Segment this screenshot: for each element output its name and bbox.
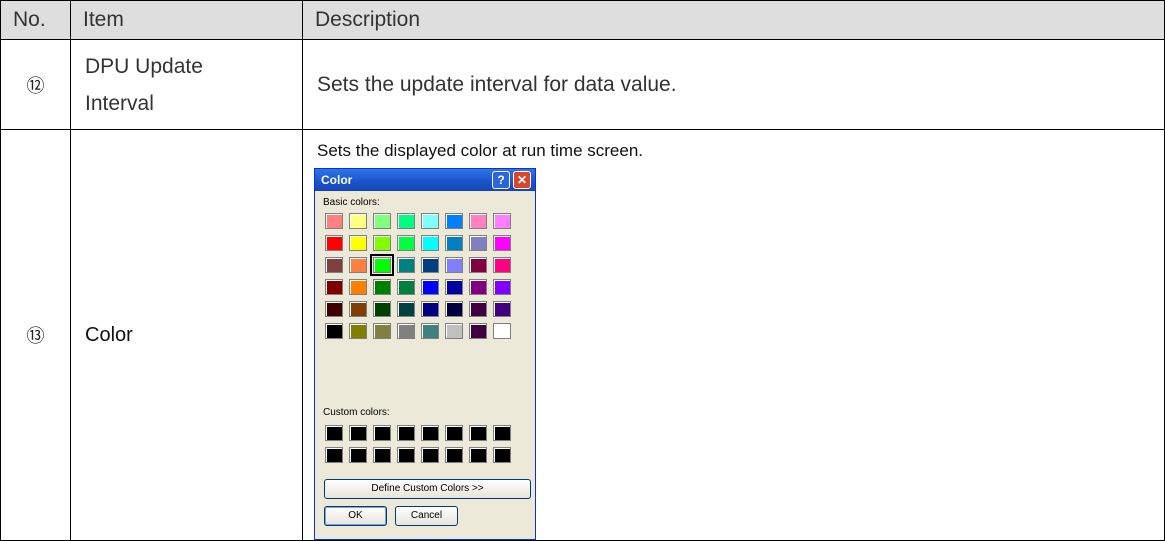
color-swatch[interactable] [493,301,511,317]
color-swatch[interactable] [397,235,415,251]
color-swatch[interactable] [373,235,391,251]
color-swatch[interactable] [493,425,511,441]
custom-colors-label: Custom colors: [323,407,390,418]
color-swatch[interactable] [397,323,415,339]
color-swatch[interactable] [469,425,487,441]
color-swatch[interactable] [325,323,343,339]
color-swatch[interactable] [421,323,439,339]
color-swatch[interactable] [349,323,367,339]
color-swatch[interactable] [469,279,487,295]
color-dialog: Color ? ✕ Basic colors: Custom colors: D… [314,168,536,540]
color-swatch[interactable] [445,213,463,229]
color-swatch[interactable] [373,213,391,229]
color-swatch[interactable] [325,447,343,463]
color-swatch[interactable] [373,323,391,339]
color-swatch[interactable] [445,257,463,273]
color-swatch[interactable] [445,447,463,463]
color-swatch[interactable] [373,301,391,317]
color-swatch[interactable] [349,257,367,273]
table-row: ⑫ DPU Update Interval Sets the update in… [0,39,1165,130]
color-swatch[interactable] [421,279,439,295]
color-swatch[interactable] [469,235,487,251]
color-swatch[interactable] [469,301,487,317]
color-swatch[interactable] [373,425,391,441]
color-swatch[interactable] [445,323,463,339]
color-swatch[interactable] [397,425,415,441]
color-swatch[interactable] [325,301,343,317]
color-swatch[interactable] [493,213,511,229]
color-swatch[interactable] [421,213,439,229]
ok-button[interactable]: OK [324,506,387,526]
header-description: Description [302,0,1165,40]
basic-colors-grid [325,213,511,339]
color-swatch[interactable] [421,447,439,463]
color-swatch[interactable] [325,425,343,441]
color-swatch[interactable] [397,257,415,273]
color-swatch[interactable] [469,323,487,339]
define-custom-colors-button[interactable]: Define Custom Colors >> [324,479,531,499]
color-swatch[interactable] [325,257,343,273]
color-swatch[interactable] [421,235,439,251]
color-swatch[interactable] [349,279,367,295]
row-description-cell: Sets the displayed color at run time scr… [302,129,1165,541]
color-swatch[interactable] [349,235,367,251]
close-button[interactable]: ✕ [513,171,531,189]
dialog-title: Color [321,173,353,187]
color-swatch[interactable] [349,213,367,229]
color-swatch[interactable] [397,279,415,295]
color-swatch[interactable] [349,447,367,463]
color-swatch[interactable] [469,447,487,463]
color-swatch[interactable] [445,425,463,441]
header-row: No. Item Description [0,0,1165,40]
color-swatch[interactable] [373,447,391,463]
color-swatch[interactable] [349,425,367,441]
color-swatch[interactable] [421,257,439,273]
color-swatch[interactable] [421,425,439,441]
color-swatch[interactable] [397,213,415,229]
color-swatch[interactable] [421,301,439,317]
item-line: DPU Update [85,54,203,78]
cancel-button[interactable]: Cancel [395,506,458,526]
custom-colors-grid [325,425,511,463]
color-swatch[interactable] [397,301,415,317]
row-description: Sets the update interval for data value. [302,39,1165,130]
basic-colors-label: Basic colors: [323,197,380,208]
color-swatch[interactable] [349,301,367,317]
dialog-titlebar: Color ? ✕ [315,169,535,191]
color-swatch[interactable] [325,279,343,295]
color-swatch[interactable] [493,257,511,273]
header-item: Item [70,0,303,40]
color-swatch[interactable] [493,235,511,251]
color-swatch[interactable] [370,254,394,276]
row-description: Sets the displayed color at run time scr… [317,141,643,160]
description-table: No. Item Description ⑫ DPU Update Interv… [0,0,1165,541]
color-swatch[interactable] [445,279,463,295]
row-item: DPU Update Interval [70,39,303,130]
color-swatch[interactable] [325,235,343,251]
color-swatch[interactable] [373,279,391,295]
row-item: Color [70,129,303,541]
item-line: Interval [85,91,154,115]
header-no: No. [0,0,71,40]
color-swatch[interactable] [469,213,487,229]
color-swatch[interactable] [493,323,511,339]
row-number: ⑬ [0,129,71,541]
color-swatch[interactable] [445,235,463,251]
row-number: ⑫ [0,39,71,130]
color-swatch[interactable] [397,447,415,463]
color-swatch[interactable] [445,301,463,317]
table-row: ⑬ Color Sets the displayed color at run … [0,129,1165,541]
color-swatch[interactable] [493,447,511,463]
color-swatch[interactable] [493,279,511,295]
help-button[interactable]: ? [492,171,510,189]
color-swatch[interactable] [469,257,487,273]
color-swatch[interactable] [325,213,343,229]
